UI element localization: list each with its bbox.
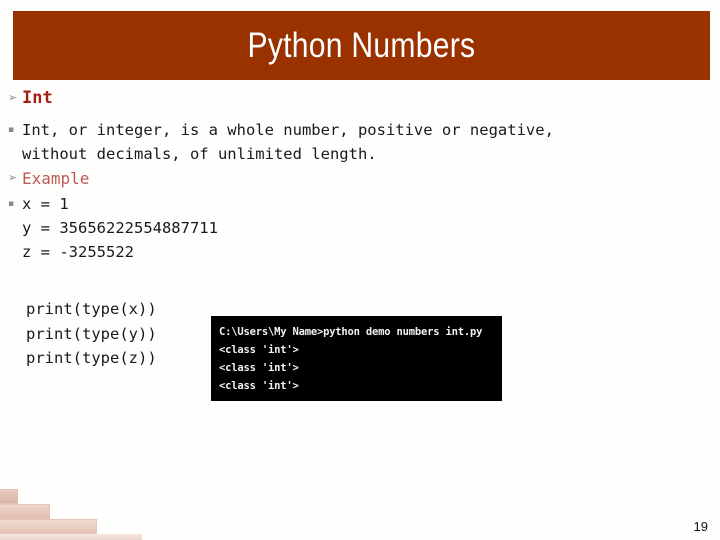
list-item-assignment-y: y = 35656222554887711: [0, 216, 720, 240]
list-item-description-line2: without decimals, of unlimited length.: [0, 142, 720, 166]
terminal-prompt-line: C:\Users\My Name>python demo numbers int…: [219, 326, 483, 338]
page-number: 19: [693, 519, 708, 534]
assignment-y: y = 35656222554887711: [22, 219, 218, 237]
page-title: Python Numbers: [247, 25, 476, 65]
arrow-bullet-icon: ➢: [8, 171, 18, 184]
print-statement-x: print(type(x)): [26, 300, 157, 318]
code-and-terminal-row: print(type(x)) print(type(y)) print(type…: [0, 297, 720, 412]
list-item-assignment-x: ▪ x = 1: [0, 192, 720, 216]
assignment-z: z = -3255522: [22, 243, 134, 261]
arrow-bullet-icon: ➢: [8, 91, 18, 104]
list-item-int-heading: ➢ Int: [0, 86, 720, 110]
decorative-block-1: [0, 489, 18, 504]
example-heading-label: Example: [22, 169, 90, 188]
decorative-block-2: [0, 504, 50, 519]
list-item-example-heading: ➢ Example: [0, 166, 720, 192]
assignment-x: x = 1: [22, 195, 69, 213]
list-item-description-line1: ▪ Int, or integer, is a whole number, po…: [0, 118, 720, 142]
slide-title-banner: Python Numbers: [13, 11, 710, 80]
decorative-block-3: [0, 519, 97, 534]
bullet-spacer: [0, 240, 22, 256]
bullet-spacer: [0, 216, 22, 232]
list-item-assignment-z: z = -3255522: [0, 240, 720, 264]
print-statement-z: print(type(z)): [26, 349, 157, 367]
terminal-output-line-2: <class 'int'>: [219, 362, 299, 374]
description-line2: without decimals, of unlimited length.: [22, 145, 377, 163]
print-statement-y: print(type(y)): [26, 324, 157, 343]
terminal-output-line-3: <class 'int'>: [219, 380, 299, 392]
slide-content: ➢ Int ▪ Int, or integer, is a whole numb…: [0, 86, 720, 264]
int-heading-label: Int: [22, 88, 53, 108]
description-line1: Int, or integer, is a whole number, posi…: [22, 121, 554, 139]
bullet-spacer: [0, 142, 22, 158]
square-bullet-icon: ▪: [8, 125, 15, 135]
decorative-stair-blocks: [0, 480, 142, 540]
terminal-screenshot: C:\Users\My Name>python demo numbers int…: [211, 316, 502, 401]
decorative-block-4: [0, 534, 142, 540]
print-statements-block: print(type(x)) print(type(y)) print(type…: [26, 297, 157, 371]
square-bullet-icon: ▪: [8, 199, 15, 209]
terminal-output-line-1: <class 'int'>: [219, 344, 299, 356]
